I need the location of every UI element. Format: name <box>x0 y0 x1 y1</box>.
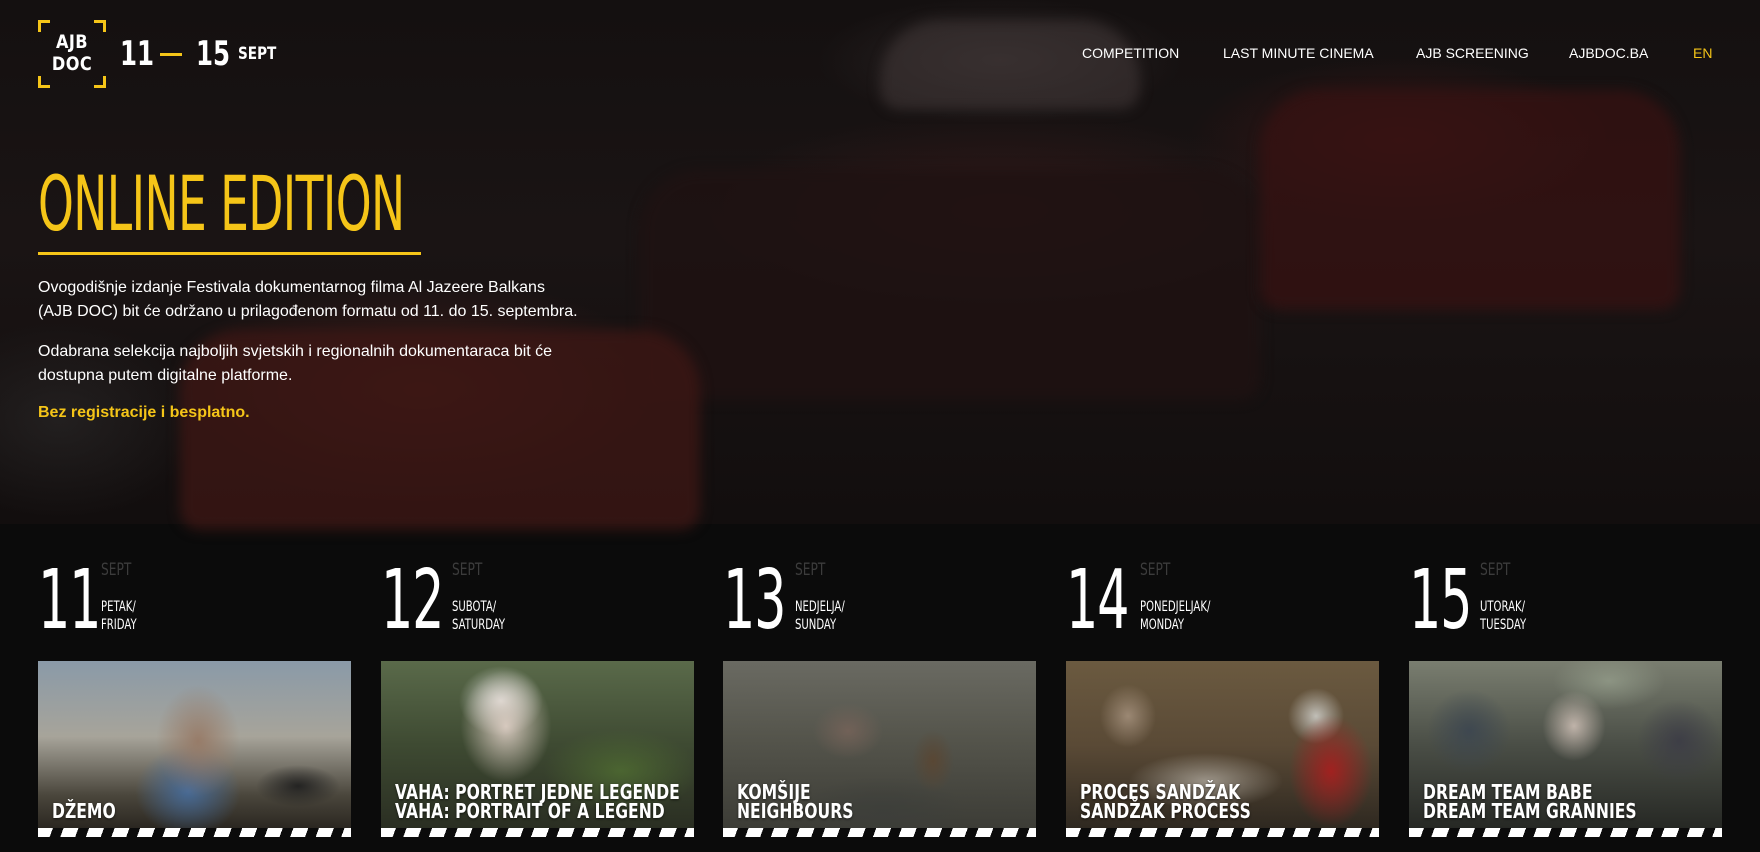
title-underline <box>38 252 421 255</box>
day-number: 11 <box>38 553 101 648</box>
film-card[interactable]: PROCES SANDŽAK SANDŽAK PROCESS <box>1066 661 1379 837</box>
language-switch[interactable]: EN <box>1693 45 1712 61</box>
film-strip-decoration <box>1409 828 1722 837</box>
day-name-local: PETAK/ <box>101 599 136 615</box>
day-number: 12 <box>381 553 444 648</box>
intro-line: Odabrana selekcija najboljih svjetskih i… <box>38 343 553 360</box>
film-strip-decoration <box>381 828 694 837</box>
logo-corner <box>94 76 106 88</box>
day-name: NEDJELJA/ SUNDAY <box>795 598 845 634</box>
day-name-local: NEDJELJA/ <box>795 599 845 615</box>
intro-line: (AJB DOC) bit će održano u prilagođenom … <box>38 303 578 320</box>
film-title: VAHA: PORTRET JEDNE LEGENDE VAHA: PORTRA… <box>395 782 680 823</box>
day-name-en: SATURDAY <box>452 617 506 633</box>
film-strip-decoration <box>38 828 351 837</box>
hero-background <box>0 0 1760 530</box>
day-number: 15 <box>1409 553 1472 648</box>
day-name: UTORAK/ TUESDAY <box>1480 598 1526 634</box>
film-card[interactable]: DŽEMO <box>38 661 351 837</box>
day-name-en: SUNDAY <box>795 617 837 633</box>
day-name-local: PONEDJELJAK/ <box>1140 599 1211 615</box>
nav-competition[interactable]: COMPETITION <box>1082 45 1179 61</box>
film-title: PROCES SANDŽAK SANDŽAK PROCESS <box>1080 782 1251 823</box>
day-name-en: MONDAY <box>1140 617 1185 633</box>
day-name: SUBOTA/ SATURDAY <box>452 598 505 634</box>
film-card[interactable]: VAHA: PORTRET JEDNE LEGENDE VAHA: PORTRA… <box>381 661 694 837</box>
free-access-link[interactable]: Bez registracije i besplatno. <box>38 404 250 422</box>
day-number: 14 <box>1066 553 1129 648</box>
day-name-local: SUBOTA/ <box>452 599 497 615</box>
intro-line: Ovogodišnje izdanje Festivala dokumentar… <box>38 279 545 296</box>
day-month: SEPT <box>452 560 483 580</box>
nav-ajbdoc-ba[interactable]: AJBDOC.BA <box>1569 45 1648 61</box>
day-name-en: TUESDAY <box>1480 617 1527 633</box>
day-month: SEPT <box>1480 560 1511 580</box>
film-title-en: DREAM TEAM GRANNIES <box>1423 799 1637 823</box>
day-name: PONEDJELJAK/ MONDAY <box>1140 598 1210 634</box>
film-title: DREAM TEAM BABE DREAM TEAM GRANNIES <box>1423 782 1637 823</box>
day-month: SEPT <box>101 560 132 580</box>
logo-corner <box>38 76 50 88</box>
day-month: SEPT <box>795 560 826 580</box>
film-card[interactable]: DREAM TEAM BABE DREAM TEAM GRANNIES <box>1409 661 1722 837</box>
film-strip-decoration <box>1066 828 1379 837</box>
film-title: KOMŠIJE NEIGHBOURS <box>737 782 854 823</box>
cinema-seat-shape <box>1260 90 1680 310</box>
cinema-seat-shape <box>640 170 1260 400</box>
intro-line: dostupna putem digitalne platforme. <box>38 367 293 384</box>
nav-ajb-screening[interactable]: AJB SCREENING <box>1416 45 1529 61</box>
page-title: ONLINE EDITION <box>38 159 405 248</box>
film-card[interactable]: KOMŠIJE NEIGHBOURS <box>723 661 1036 837</box>
film-title-local: DŽEMO <box>52 799 116 823</box>
cinema-seat-shape <box>880 20 1140 110</box>
day-name-local: UTORAK/ <box>1480 599 1525 615</box>
film-title-en: NEIGHBOURS <box>737 799 854 823</box>
intro-paragraph-1: Ovogodišnje izdanje Festivala dokumentar… <box>38 276 598 324</box>
day-name: PETAK/ FRIDAY <box>101 598 137 634</box>
day-name-en: FRIDAY <box>101 617 137 633</box>
film-title: DŽEMO <box>52 799 116 823</box>
day-month: SEPT <box>1140 560 1171 580</box>
main-nav: COMPETITION LAST MINUTE CINEMA AJB SCREE… <box>0 45 1760 65</box>
nav-last-minute-cinema[interactable]: LAST MINUTE CINEMA <box>1223 45 1374 61</box>
film-title-en: VAHA: PORTRAIT OF A LEGEND <box>395 799 665 823</box>
film-strip-decoration <box>723 828 1036 837</box>
intro-paragraph-2: Odabrana selekcija najboljih svjetskih i… <box>38 340 598 388</box>
film-title-en: SANDŽAK PROCESS <box>1080 799 1251 823</box>
day-number: 13 <box>723 553 786 648</box>
